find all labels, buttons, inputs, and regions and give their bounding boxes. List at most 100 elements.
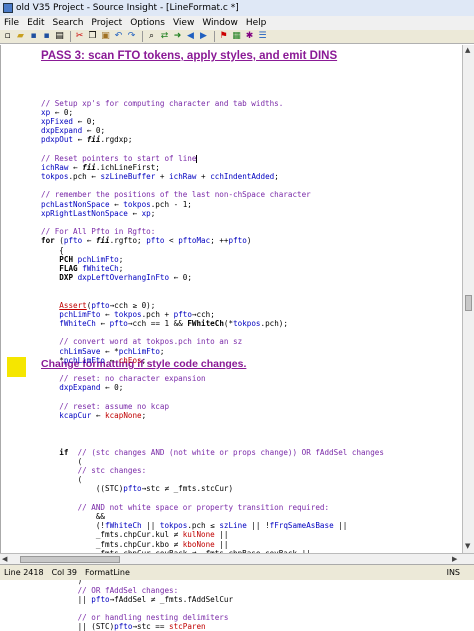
code-line: FLAG fWhiteCh; bbox=[59, 263, 124, 273]
status-function: FormatLine bbox=[85, 568, 130, 577]
menu-help[interactable]: Help bbox=[242, 18, 271, 28]
undo-icon[interactable]: ↶ bbox=[113, 31, 124, 42]
code-line: tokpos.pch ← szLineBuffer + ichRaw + cch… bbox=[41, 172, 279, 182]
horizontal-scroll-thumb[interactable] bbox=[20, 556, 120, 563]
window-title: old V35 Project - Source Insight - [Line… bbox=[16, 3, 239, 13]
code-line: dxpExpand ← 0; bbox=[41, 126, 106, 136]
code-line: // reset: assume no kcap bbox=[59, 401, 170, 411]
pass3-heading: PASS 3: scan FTO tokens, apply styles, a… bbox=[41, 50, 338, 62]
code-line: PCH pchLimFto; bbox=[59, 254, 124, 264]
menu-file[interactable]: File bbox=[0, 18, 23, 28]
code-line: && bbox=[41, 512, 106, 521]
menu-edit[interactable]: Edit bbox=[23, 18, 48, 28]
code-line: || pfto→fAddSel ≠ _fmts.fAddSelCur bbox=[41, 594, 234, 604]
menu-options[interactable]: Options bbox=[126, 18, 169, 28]
code-line: // For All Pfto in Rgfto: bbox=[41, 227, 156, 237]
code-line: dxpExpand ← 0; bbox=[59, 383, 124, 393]
paste-icon[interactable]: ▣ bbox=[100, 31, 111, 42]
code-line: kcapCur ← kcapNone; bbox=[59, 410, 147, 420]
scroll-up-icon[interactable]: ▲ bbox=[465, 46, 470, 54]
code-line: // Reset pointers to start of line bbox=[41, 153, 198, 163]
new-file-icon[interactable]: ▫ bbox=[2, 31, 13, 42]
menu-window[interactable]: Window bbox=[198, 18, 242, 28]
menu-view[interactable]: View bbox=[169, 18, 198, 28]
code-line: pchLastNonSpace ← tokpos.pch - 1; bbox=[41, 199, 192, 209]
open-icon[interactable]: ▰ bbox=[15, 31, 26, 42]
code-line: _fmts.chpCur.kbo ≠ kboNone || bbox=[41, 539, 229, 549]
toolbar: ▫ ▰ ▪ ▪ ▤ ✂ ❐ ▣ ↶ ↷ ⌕ ⇄ ➜ ◀ ▶ ⚑ ▦ ✱ ☰ bbox=[0, 30, 474, 44]
code-line: ((STC)pfto→stc ≠ _fmts.stcCur) bbox=[41, 484, 234, 494]
code-line: fWhiteCh ← pfto→cch == 1 && FWhiteCh(*to… bbox=[59, 319, 288, 329]
menu-search[interactable]: Search bbox=[49, 18, 88, 28]
code-line: _fmts.chpCur.kul ≠ kulNone || bbox=[41, 530, 229, 540]
code-line: (!fWhiteCh || tokpos.pch ≤ szLine || !fF… bbox=[41, 521, 348, 531]
code-line: xpFixed ← 0; bbox=[41, 116, 96, 126]
code-line: { bbox=[41, 245, 64, 255]
app-icon bbox=[3, 3, 13, 13]
code-line: // or handling nesting delimiters bbox=[77, 613, 229, 623]
code-text: // Setup xp's for computing character an… bbox=[41, 71, 384, 631]
code-line: // Setup xp's for computing character an… bbox=[41, 98, 284, 108]
status-bar: Line 2418 Col 39 FormatLine INS bbox=[0, 564, 474, 580]
scroll-right-icon[interactable]: ▶ bbox=[452, 555, 457, 563]
forward-icon[interactable]: ▶ bbox=[198, 31, 209, 42]
editor-gutter bbox=[1, 45, 31, 553]
back-icon[interactable]: ◀ bbox=[185, 31, 196, 42]
bookmark-icon[interactable]: ⚑ bbox=[218, 31, 229, 42]
code-line: xp ← 0; bbox=[41, 107, 74, 117]
symbol-icon[interactable]: ✱ bbox=[244, 31, 255, 42]
code-line: // OR fAddSel changes: bbox=[77, 585, 179, 595]
status-mode: INS bbox=[446, 568, 460, 577]
redo-icon[interactable]: ↷ bbox=[126, 31, 137, 42]
code-line: // convert word at tokpos.pch into an sz bbox=[59, 337, 243, 347]
code-line: ichRaw ← fii.ichLineFirst; bbox=[41, 162, 160, 172]
toolbar-divider bbox=[214, 31, 215, 42]
title-bar: old V35 Project - Source Insight - [Line… bbox=[0, 0, 474, 17]
code-line: Assert(pfto→cch ≥ 0); bbox=[59, 300, 156, 310]
copy-icon[interactable]: ❐ bbox=[87, 31, 98, 42]
code-line: // remember the positions of the last no… bbox=[41, 190, 311, 200]
code-line: // AND not white space or property trans… bbox=[77, 502, 330, 512]
project-icon[interactable]: ▦ bbox=[231, 31, 242, 42]
menu-project[interactable]: Project bbox=[87, 18, 126, 28]
vertical-scrollbar[interactable]: ▲ ▼ bbox=[462, 45, 474, 553]
toolbar-divider bbox=[142, 31, 143, 42]
print-icon[interactable]: ▤ bbox=[54, 31, 65, 42]
bookmark-marker bbox=[7, 357, 26, 377]
code-line: // stc changes: bbox=[77, 466, 147, 476]
save-all-icon[interactable]: ▪ bbox=[41, 31, 52, 42]
jump-icon[interactable]: ➜ bbox=[172, 31, 183, 42]
code-line: xpRightLastNonSpace ← xp; bbox=[41, 208, 156, 218]
code-line: DXP dxpLeftOverhangInFto ← 0; bbox=[59, 273, 192, 283]
vertical-scroll-thumb[interactable] bbox=[465, 295, 472, 311]
scroll-left-icon[interactable]: ◀ bbox=[2, 555, 7, 563]
search-icon[interactable]: ⌕ bbox=[146, 31, 157, 42]
status-col: Col 39 bbox=[51, 568, 78, 577]
cut-icon[interactable]: ✂ bbox=[74, 31, 85, 42]
save-icon[interactable]: ▪ bbox=[28, 31, 39, 42]
scroll-down-icon[interactable]: ▼ bbox=[465, 542, 470, 550]
code-line: ( bbox=[41, 475, 83, 485]
code-editor[interactable]: PASS 3: scan FTO tokens, apply styles, a… bbox=[0, 45, 463, 631]
browse-icon[interactable]: ☰ bbox=[257, 31, 268, 42]
code-line: pchLimFto ← tokpos.pch + pfto→cch; bbox=[59, 309, 215, 319]
replace-icon[interactable]: ⇄ bbox=[159, 31, 170, 42]
menu-bar: File Edit Search Project Options View Wi… bbox=[0, 16, 474, 30]
status-line: Line 2418 bbox=[4, 568, 44, 577]
code-line: // reset: no character expansion bbox=[59, 374, 206, 384]
code-line: ( bbox=[41, 456, 83, 466]
